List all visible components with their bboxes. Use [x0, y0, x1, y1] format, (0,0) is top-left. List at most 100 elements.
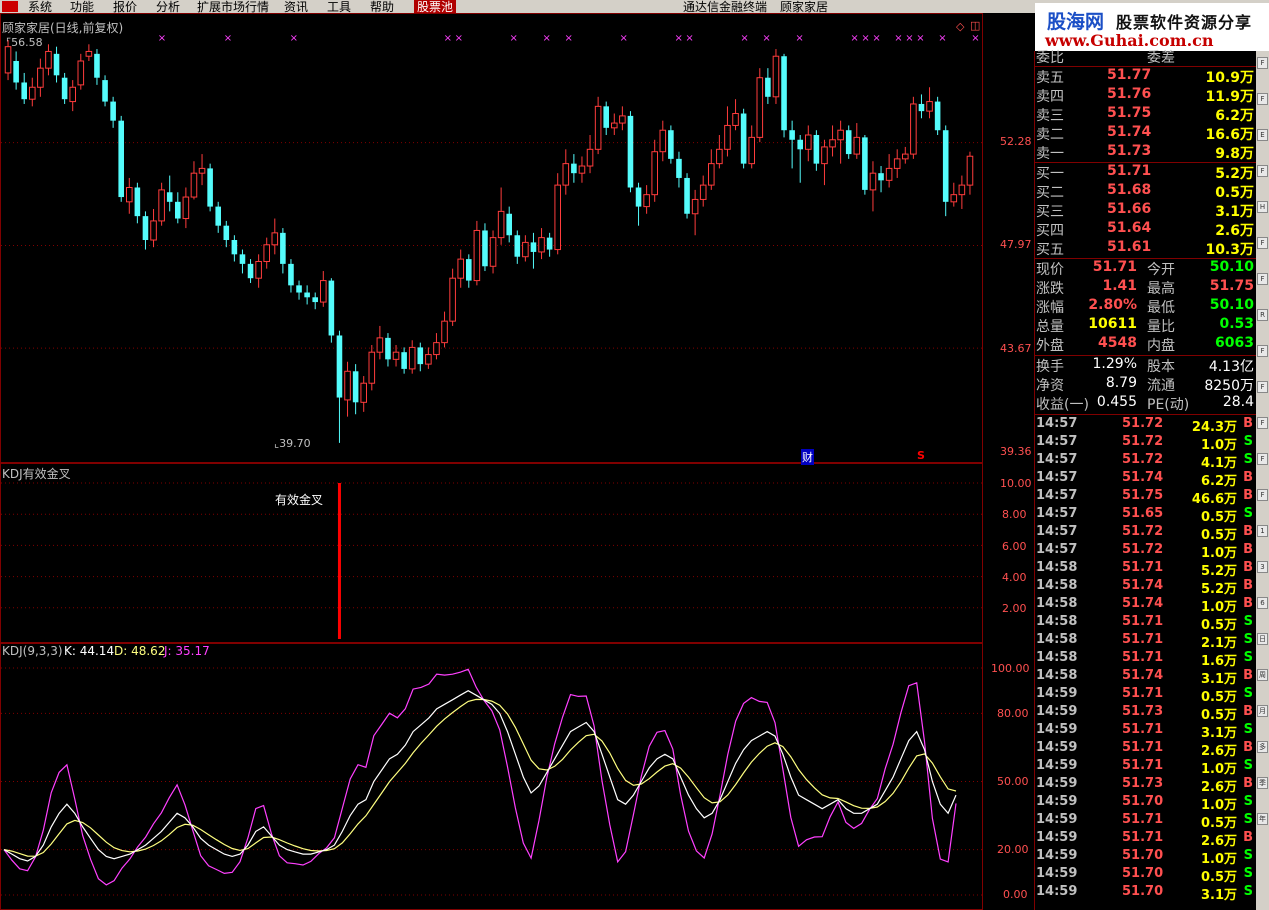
- chart-svg[interactable]: × × × × × × × × × × × × × × × × × × × × × ×: [0, 13, 1034, 910]
- buy-row[interactable]: 买五 51.61 10.3万: [1035, 239, 1257, 258]
- toolbar-button[interactable]: F: [1257, 165, 1268, 177]
- low-price-value: 39.70: [279, 437, 311, 450]
- candle-body-down: [231, 240, 238, 255]
- zoom-icon[interactable]: ◇: [956, 20, 964, 33]
- toolbar-button[interactable]: 季: [1257, 777, 1268, 789]
- toolbar-button[interactable]: F: [1257, 417, 1268, 429]
- candle-body-up: [85, 50, 93, 57]
- tick-row[interactable]: 14:59 51.70 3.1万 S: [1035, 884, 1257, 903]
- tick-row[interactable]: 14:58 51.71 5.2万 B: [1035, 560, 1257, 579]
- tick-row[interactable]: 14:58 51.71 1.6万 S: [1035, 650, 1257, 669]
- toolbar-button[interactable]: 年: [1257, 813, 1268, 825]
- tick-row[interactable]: 14:57 51.72 1.0万 S: [1035, 434, 1257, 453]
- buy-row[interactable]: 买三 51.66 3.1万: [1035, 201, 1257, 220]
- menu-stock-pool[interactable]: 股票池: [414, 0, 457, 13]
- toolbar-button[interactable]: E: [1257, 129, 1268, 141]
- tick-row[interactable]: 14:58 51.74 1.0万 B: [1035, 596, 1257, 615]
- toolbar-button[interactable]: 日: [1257, 633, 1268, 645]
- tick-row[interactable]: 14:57 51.72 0.5万 B: [1035, 524, 1257, 543]
- sell-row[interactable]: 卖四 51.76 11.9万: [1035, 86, 1257, 105]
- tick-row[interactable]: 14:59 51.71 1.0万 S: [1035, 758, 1257, 777]
- tick-row[interactable]: 14:57 51.72 4.1万 S: [1035, 452, 1257, 471]
- toolbar-button[interactable]: F: [1257, 93, 1268, 105]
- tick-price: 51.71: [1122, 686, 1164, 701]
- tick-row[interactable]: 14:59 51.71 2.6万 B: [1035, 740, 1257, 759]
- tick-row[interactable]: 14:58 51.71 2.1万 S: [1035, 632, 1257, 651]
- candle-body-down: [247, 263, 254, 279]
- y-tick-sig-3: 4.00: [1002, 571, 1027, 584]
- tick-row[interactable]: 14:59 51.71 2.6万 B: [1035, 830, 1257, 849]
- menu-extended-market[interactable]: 扩展市场行情: [197, 0, 269, 13]
- menu-analysis[interactable]: 分析: [156, 0, 180, 13]
- sell-row[interactable]: 卖五 51.77 10.9万: [1035, 67, 1257, 86]
- buy-level-label: 买五: [1036, 242, 1064, 258]
- tick-side: B: [1243, 560, 1253, 575]
- toolbar-button[interactable]: F: [1257, 273, 1268, 285]
- buy-row[interactable]: 买一 51.71 5.2万: [1035, 163, 1257, 182]
- sell-row[interactable]: 卖二 51.74 16.6万: [1035, 124, 1257, 143]
- toolbar-button[interactable]: 月: [1257, 705, 1268, 717]
- menu-quote[interactable]: 报价: [113, 0, 137, 13]
- toolbar-button[interactable]: 6: [1257, 597, 1268, 609]
- toolbar-button[interactable]: 1: [1257, 525, 1268, 537]
- tick-row[interactable]: 14:58 51.74 3.1万 B: [1035, 668, 1257, 687]
- tick-row[interactable]: 14:57 51.74 6.2万 B: [1035, 470, 1257, 489]
- sell-row[interactable]: 卖三 51.75 6.2万: [1035, 105, 1257, 124]
- tick-time: 14:58: [1036, 560, 1078, 575]
- toolbar-button[interactable]: F: [1257, 489, 1268, 501]
- s-marker[interactable]: S: [917, 449, 925, 462]
- candle-body-up: [457, 258, 464, 279]
- menu-function[interactable]: 功能: [70, 0, 94, 13]
- menu-tools[interactable]: 工具: [327, 0, 351, 13]
- buy-row[interactable]: 买二 51.68 0.5万: [1035, 182, 1257, 201]
- tick-volume: 5.2万: [1200, 582, 1237, 597]
- tick-row[interactable]: 14:59 51.73 2.6万 B: [1035, 776, 1257, 795]
- tick-price: 51.70: [1122, 884, 1164, 899]
- toolbar-button[interactable]: 3: [1257, 561, 1268, 573]
- buy-row[interactable]: 买四 51.64 2.6万: [1035, 220, 1257, 239]
- stat-value-2: 50.10: [1209, 259, 1254, 275]
- tick-row[interactable]: 14:59 51.71 0.5万 S: [1035, 812, 1257, 831]
- tick-row[interactable]: 14:59 51.70 1.0万 S: [1035, 794, 1257, 813]
- chart-area[interactable]: × × × × × × × × × × × × × × × × × × × × × × 顾家家居(日线,前复权) ⌜56.…: [0, 13, 1034, 910]
- candle-body-down: [571, 163, 577, 174]
- webi-label: 委比: [1036, 50, 1064, 66]
- toolbar-button[interactable]: 多: [1257, 741, 1268, 753]
- tick-row[interactable]: 14:59 51.71 0.5万 S: [1035, 686, 1257, 705]
- tick-row[interactable]: 14:57 51.72 24.3万 B: [1035, 416, 1257, 435]
- toolbar-button[interactable]: F: [1257, 345, 1268, 357]
- tick-row[interactable]: 14:59 51.70 0.5万 S: [1035, 866, 1257, 885]
- app-logo-icon[interactable]: [2, 1, 18, 12]
- top-x-marker: ×: [762, 33, 770, 44]
- candle-body-down: [668, 130, 674, 159]
- tick-row[interactable]: 14:59 51.73 0.5万 B: [1035, 704, 1257, 723]
- candle-body-down: [813, 134, 820, 164]
- toolbar-button[interactable]: H: [1257, 201, 1268, 213]
- tick-row[interactable]: 14:58 51.74 5.2万 B: [1035, 578, 1257, 597]
- menu-system[interactable]: 系统: [28, 0, 52, 13]
- tick-time: 14:59: [1036, 848, 1078, 863]
- toolbar-button[interactable]: 周: [1257, 669, 1268, 681]
- toolbar-button[interactable]: R: [1257, 309, 1268, 321]
- sell-row[interactable]: 卖一 51.73 9.8万: [1035, 143, 1257, 162]
- tick-price: 51.71: [1122, 650, 1164, 665]
- finance-marker[interactable]: 财: [801, 449, 814, 465]
- quote-panel: 委比 委差 卖五 51.77 10.9万 卖四 51.76 11.9万 卖三 5…: [1034, 50, 1257, 910]
- menu-news[interactable]: 资讯: [284, 0, 308, 13]
- right-toolbar: F F E F H F F R F F F F F 1 3 6 日周月多季年: [1256, 51, 1269, 910]
- tick-row[interactable]: 14:57 51.65 0.5万 S: [1035, 506, 1257, 525]
- tick-row[interactable]: 14:57 51.75 46.6万 B: [1035, 488, 1257, 507]
- tick-row[interactable]: 14:59 51.71 3.1万 S: [1035, 722, 1257, 741]
- toolbar-button[interactable]: F: [1257, 453, 1268, 465]
- toolbar-button[interactable]: F: [1257, 381, 1268, 393]
- window-icon[interactable]: ◫: [970, 19, 980, 32]
- tick-row[interactable]: 14:58 51.71 0.5万 S: [1035, 614, 1257, 633]
- kdj-k-value: K: 44.14: [64, 644, 115, 658]
- menu-help[interactable]: 帮助: [370, 0, 394, 13]
- tick-volume: 3.1万: [1200, 888, 1237, 903]
- toolbar-button[interactable]: F: [1257, 237, 1268, 249]
- toolbar-button[interactable]: F: [1257, 57, 1268, 69]
- tick-price: 51.71: [1122, 830, 1164, 845]
- tick-row[interactable]: 14:59 51.70 1.0万 S: [1035, 848, 1257, 867]
- tick-row[interactable]: 14:57 51.72 1.0万 B: [1035, 542, 1257, 561]
